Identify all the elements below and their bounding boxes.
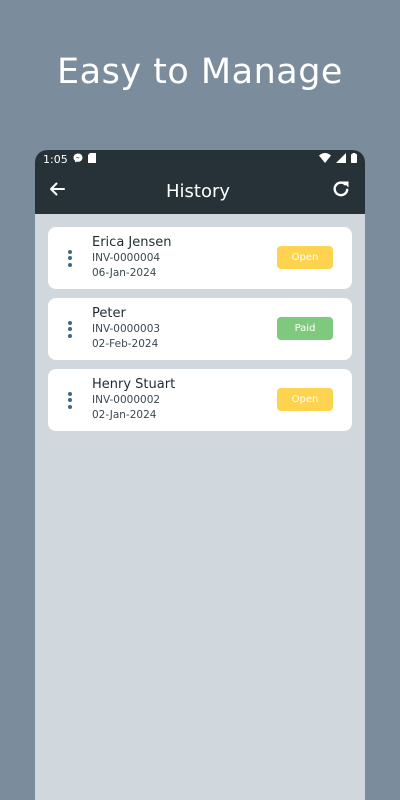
messenger-icon <box>73 153 83 166</box>
page-title: History <box>165 180 231 202</box>
status-bar: 1:05 <box>35 150 365 168</box>
phone-screen: 1:05 History Erica Jensen INV-0000004 06… <box>35 150 365 800</box>
status-badge: Paid <box>277 317 333 340</box>
signal-icon <box>336 152 346 166</box>
wifi-icon <box>319 152 331 166</box>
status-badge: Open <box>277 388 333 411</box>
invoice-card[interactable]: Erica Jensen INV-0000004 06-Jan-2024 Ope… <box>48 227 352 289</box>
back-arrow-icon[interactable] <box>49 181 65 201</box>
invoice-list: Erica Jensen INV-0000004 06-Jan-2024 Ope… <box>35 214 365 431</box>
more-options-icon[interactable] <box>48 391 92 409</box>
app-bar: History <box>35 168 365 214</box>
invoice-card[interactable]: Henry Stuart INV-0000002 02-Jan-2024 Ope… <box>48 369 352 431</box>
status-badge: Open <box>277 246 333 269</box>
sd-card-icon <box>87 152 96 166</box>
more-options-icon[interactable] <box>48 249 92 267</box>
refresh-icon[interactable] <box>331 179 351 203</box>
invoice-card[interactable]: Peter INV-0000003 02-Feb-2024 Paid <box>48 298 352 360</box>
battery-icon <box>351 152 357 166</box>
promo-title: Easy to Manage <box>57 52 343 92</box>
more-options-icon[interactable] <box>48 320 92 338</box>
status-time: 1:05 <box>43 152 68 166</box>
